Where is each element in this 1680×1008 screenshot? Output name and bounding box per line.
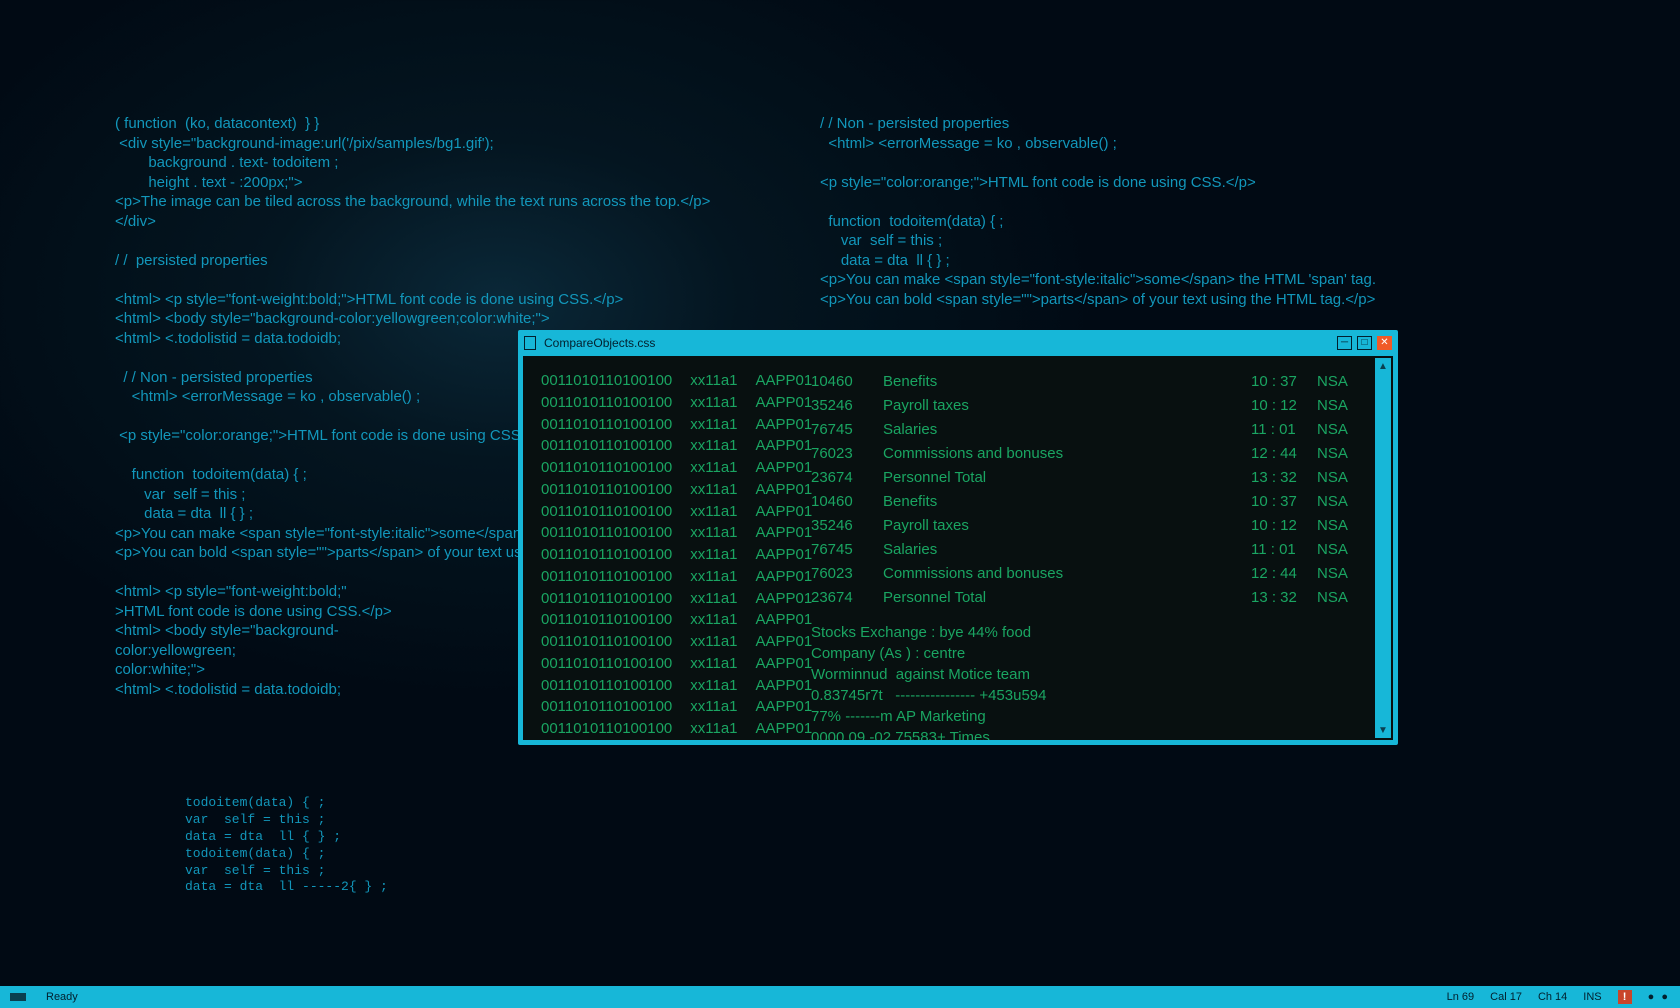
vertical-scrollbar[interactable]: ▲ ▼ <box>1375 358 1391 738</box>
time-row: 11 : 01NSA <box>1251 538 1365 562</box>
data-row: 23674Personnel Total <box>811 586 1215 610</box>
time-row: 13 : 32NSA <box>1251 586 1365 610</box>
data-row: 23674Personnel Total <box>811 466 1215 490</box>
data-row: 76023Commissions and bonuses <box>811 562 1215 586</box>
time-row: 13 : 32NSA <box>1251 466 1365 490</box>
time-row: 12 : 44NSA <box>1251 562 1365 586</box>
binary-row: 0011010110100100xx11a1AAPP01 <box>541 675 775 697</box>
time-column: 10 : 37NSA10 : 12NSA11 : 01NSA12 : 44NSA… <box>1233 356 1383 740</box>
compare-objects-window[interactable]: CompareObjects.css ─ □ ✕ 001101011010010… <box>518 330 1398 745</box>
data-column: 10460Benefits35246Payroll taxes76745Sala… <box>793 356 1233 740</box>
status-dots: ● ● <box>1648 991 1670 1003</box>
data-row: 76023Commissions and bonuses <box>811 442 1215 466</box>
status-bar: Ready Ln 69 Cal 17 Ch 14 INS ! ● ● <box>0 986 1680 1008</box>
window-body: 0011010110100100xx11a1AAPP01001101011010… <box>523 356 1393 740</box>
progress-indicator <box>10 993 26 1001</box>
binary-row: 0011010110100100xx11a1AAPP01 <box>541 609 775 631</box>
free-text-block: Stocks Exchange : bye 44% food Company (… <box>811 622 1215 740</box>
data-row: 10460Benefits <box>811 490 1215 514</box>
binary-row: 0011010110100100xx11a1AAPP01 <box>541 435 775 457</box>
data-row: 35246Payroll taxes <box>811 394 1215 418</box>
document-icon <box>524 336 536 350</box>
time-row: 10 : 12NSA <box>1251 514 1365 538</box>
binary-row: 0011010110100100xx11a1AAPP01 <box>541 566 775 588</box>
binary-column: 0011010110100100xx11a1AAPP01001101011010… <box>523 356 793 740</box>
window-title: CompareObjects.css <box>544 336 655 350</box>
binary-row: 0011010110100100xx11a1AAPP01 <box>541 457 775 479</box>
data-row: 10460Benefits <box>811 370 1215 394</box>
status-cal: Cal 17 <box>1490 991 1522 1003</box>
binary-row: 0011010110100100xx11a1AAPP01 <box>541 522 775 544</box>
binary-row: 0011010110100100xx11a1AAPP01 <box>541 588 775 610</box>
binary-row: 0011010110100100xx11a1AAPP01 <box>541 501 775 523</box>
data-row: 35246Payroll taxes <box>811 514 1215 538</box>
data-row: 76745Salaries <box>811 418 1215 442</box>
binary-row: 0011010110100100xx11a1AAPP01 <box>541 653 775 675</box>
window-titlebar[interactable]: CompareObjects.css ─ □ ✕ <box>518 330 1398 356</box>
binary-row: 0011010110100100xx11a1AAPP01 <box>541 370 775 392</box>
time-row: 11 : 01NSA <box>1251 418 1365 442</box>
status-ln: Ln 69 <box>1447 991 1475 1003</box>
status-ins: INS <box>1583 991 1601 1003</box>
binary-row: 0011010110100100xx11a1AAPP01 <box>541 479 775 501</box>
binary-row: 0011010110100100xx11a1AAPP01 <box>541 718 775 740</box>
error-icon[interactable]: ! <box>1618 990 1632 1004</box>
data-row: 76745Salaries <box>811 538 1215 562</box>
binary-row: 0011010110100100xx11a1AAPP01 <box>541 696 775 718</box>
binary-row: 0011010110100100xx11a1AAPP01 <box>541 414 775 436</box>
time-row: 10 : 37NSA <box>1251 370 1365 394</box>
status-ready: Ready <box>46 991 78 1003</box>
minimize-button[interactable]: ─ <box>1337 336 1352 350</box>
status-ch: Ch 14 <box>1538 991 1567 1003</box>
binary-row: 0011010110100100xx11a1AAPP01 <box>541 631 775 653</box>
time-row: 12 : 44NSA <box>1251 442 1365 466</box>
close-button[interactable]: ✕ <box>1377 336 1392 350</box>
time-row: 10 : 12NSA <box>1251 394 1365 418</box>
time-row: 10 : 37NSA <box>1251 490 1365 514</box>
scroll-down-icon[interactable]: ▼ <box>1375 722 1391 738</box>
scroll-up-icon[interactable]: ▲ <box>1375 358 1391 374</box>
maximize-button[interactable]: □ <box>1357 336 1372 350</box>
binary-row: 0011010110100100xx11a1AAPP01 <box>541 392 775 414</box>
binary-row: 0011010110100100xx11a1AAPP01 <box>541 544 775 566</box>
